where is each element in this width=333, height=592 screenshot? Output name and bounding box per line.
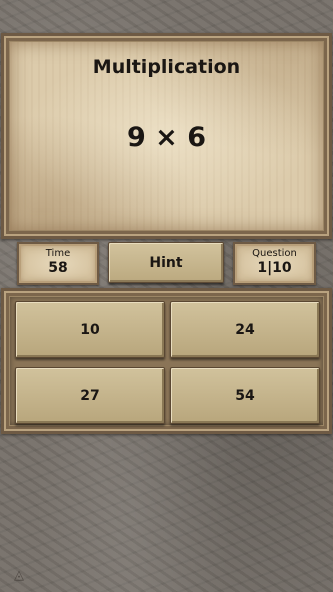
answers-grid: 10 24 27 54 xyxy=(10,297,323,425)
corner-decoration-icon: ◬ xyxy=(14,568,24,583)
game-title: Multiplication xyxy=(92,56,241,78)
answer-button-3[interactable]: 27 xyxy=(15,367,165,424)
hint-button[interactable]: Hint xyxy=(108,242,224,283)
time-label: Time xyxy=(45,248,71,259)
parchment-board: Multiplication 9 × 6 xyxy=(10,42,323,230)
time-counter: Time 58 xyxy=(17,242,99,285)
answer-button-4[interactable]: 54 xyxy=(170,367,320,424)
question-label: Question xyxy=(252,248,297,259)
question-value: 1|10 xyxy=(257,260,292,276)
answers-panel: 10 24 27 54 xyxy=(1,288,332,434)
answer-button-1[interactable]: 10 xyxy=(15,301,165,358)
time-value: 58 xyxy=(48,260,68,276)
answer-button-2[interactable]: 24 xyxy=(170,301,320,358)
question-panel: Multiplication 9 × 6 xyxy=(1,33,332,239)
question-counter: Question 1|10 xyxy=(233,242,316,285)
math-problem: 9 × 6 xyxy=(127,122,206,153)
